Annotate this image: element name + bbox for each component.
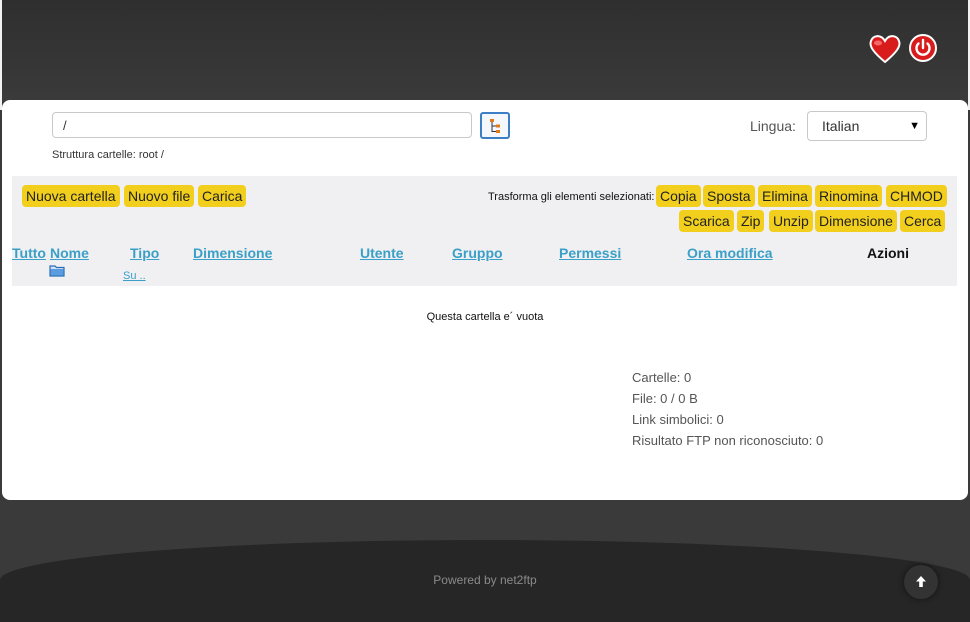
file-toolbar: Nuova cartella Nuovo file Carica Trasfor… [12,176,957,286]
chevron-down-icon: ▼ [909,120,920,132]
main-panel: Struttura cartelle: root / Lingua: Itali… [2,100,968,500]
path-input[interactable] [52,112,472,138]
chmod-button[interactable]: CHMOD [886,185,947,207]
stat-unrecognized: Risultato FTP non riconosciuto: 0 [632,433,824,448]
back-to-top-button[interactable] [904,565,938,599]
move-button[interactable]: Sposta [703,185,755,207]
delete-button[interactable]: Elimina [758,185,812,207]
new-file-button[interactable]: Nuovo file [124,185,195,207]
new-folder-button[interactable]: Nuova cartella [22,185,120,207]
column-select-all[interactable]: Tutto [12,245,46,261]
folder-tree-icon [490,119,500,133]
search-button[interactable]: Cerca [900,210,946,232]
parent-directory-link[interactable]: Su .. [123,270,146,282]
directory-stats: Cartelle: 0 File: 0 / 0 B Link simbolici… [632,367,823,451]
header-bar [0,0,970,110]
powered-by-text: Powered by net2ftp [433,573,537,587]
download-button[interactable]: Scarica [679,210,734,232]
column-user[interactable]: Utente [360,245,404,261]
folder-icon[interactable] [49,264,65,282]
column-type[interactable]: Tipo [130,245,159,261]
column-modified-time[interactable]: Ora modifica [687,245,773,261]
heart-icon[interactable] [868,34,902,64]
stat-files: File: 0 / 0 B [632,391,698,406]
language-select[interactable]: Italian ▼ [807,111,927,141]
column-group[interactable]: Gruppo [452,245,503,261]
upload-button[interactable]: Carica [198,185,247,207]
arrow-up-icon [916,576,926,587]
zip-button[interactable]: Zip [737,210,765,232]
folder-tree-button[interactable] [480,112,510,139]
language-selected-value: Italian [822,118,860,134]
transform-selected-label: Trasforma gli elementi selezionati: [488,191,655,203]
stat-symlinks: Link simbolici: 0 [632,412,724,427]
copy-button[interactable]: Copia [656,185,701,207]
column-size[interactable]: Dimensione [193,245,272,261]
column-actions: Azioni [867,245,909,261]
power-icon[interactable] [909,34,937,62]
empty-folder-message: Questa cartella e´ vuota [426,311,544,323]
column-name[interactable]: Nome [50,245,89,261]
language-label: Lingua: [750,118,796,134]
rename-button[interactable]: Rinomina [815,185,883,207]
unzip-button[interactable]: Unzip [769,210,813,232]
stat-folders: Cartelle: 0 [632,370,692,385]
folder-structure-label: Struttura cartelle: root / [52,149,164,161]
column-permissions[interactable]: Permessi [559,245,621,261]
size-button[interactable]: Dimensione [815,210,897,232]
